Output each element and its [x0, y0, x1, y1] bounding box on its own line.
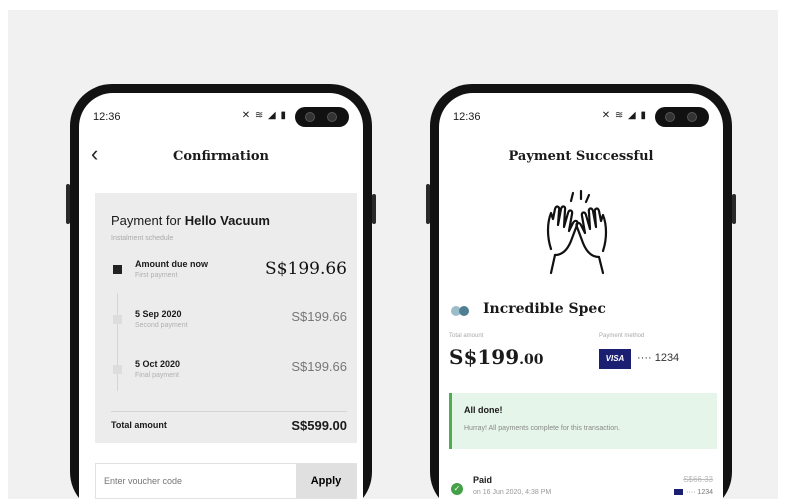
paid-total-amount: S$199.00: [449, 345, 543, 369]
schedule-label: Instalment schedule: [111, 235, 174, 242]
merchant-name: Incredible Spec: [483, 301, 606, 317]
instalment-row: 5 Sep 2020 Second payment S$199.66: [111, 309, 347, 345]
voucher-input[interactable]: [96, 464, 306, 498]
amount-main: S$199: [449, 345, 520, 369]
status-icons: ✕ ≋ ◢ ▮: [241, 110, 287, 121]
volume-button: [426, 184, 430, 224]
instalment-date: Amount due now: [135, 259, 208, 269]
total-amount: S$599.00: [291, 418, 347, 433]
total-amount-label: Total amount: [449, 333, 484, 339]
camera-pill: [655, 107, 709, 127]
instalment-marker-icon: [113, 265, 122, 274]
phone-payment-successful: 12:36 ✕ ≋ ◢ ▮ Payment Successful Incredi…: [426, 84, 736, 499]
power-button: [732, 194, 736, 224]
amount-cents: .00: [519, 352, 544, 368]
payment-prefix: Payment for: [111, 213, 182, 228]
payment-method-label: Payment method: [599, 333, 645, 339]
instalment-row: Amount due now First payment S$199.66: [111, 259, 347, 295]
volume-button: [66, 184, 70, 224]
instalment-amount: S$199.66: [291, 309, 347, 324]
high-five-icon: [546, 189, 608, 275]
paid-date: on 16 Jun 2020, 4:38 PM: [473, 489, 552, 496]
payment-card: Payment for Hello Vacuum Instalment sche…: [95, 193, 357, 443]
status-bar: 12:36 ✕ ≋ ◢ ▮: [93, 107, 349, 127]
paid-card: ···· 1234: [674, 489, 713, 496]
screen-payment-successful: 12:36 ✕ ≋ ◢ ▮ Payment Successful Incredi…: [439, 93, 723, 499]
power-button: [372, 194, 376, 224]
total-label: Total amount: [111, 420, 167, 430]
page-title: Payment Successful: [508, 149, 654, 164]
instalment-amount: S$199.66: [291, 359, 347, 374]
payment-heading: Payment for Hello Vacuum: [111, 213, 270, 228]
status-bar: 12:36 ✕ ≋ ◢ ▮: [453, 107, 709, 127]
notice-title: All done!: [464, 405, 503, 415]
success-notice: All done! Hurray! All payments complete …: [449, 393, 717, 449]
paid-amount: S$66.33: [683, 475, 713, 484]
voucher-form: Apply: [95, 463, 357, 499]
instalment-marker-icon: [113, 365, 122, 374]
check-circle-icon: ✓: [451, 483, 463, 495]
apply-button[interactable]: Apply: [296, 464, 356, 498]
paid-label: Paid: [473, 475, 493, 485]
screen-confirmation: 12:36 ✕ ≋ ◢ ▮ ‹ Confirmation Payment for…: [79, 93, 363, 499]
instalment-note: First payment: [135, 272, 178, 279]
total-row: Total amount S$599.00: [111, 411, 347, 433]
instalment-date: 5 Sep 2020: [135, 309, 182, 319]
phone-confirmation: 12:36 ✕ ≋ ◢ ▮ ‹ Confirmation Payment for…: [66, 84, 376, 499]
merchant-logo-icon: [451, 306, 475, 316]
card-number: ···· 1234: [637, 352, 680, 364]
page-title: Confirmation: [172, 149, 269, 164]
paid-card-number: ···· 1234: [686, 489, 713, 496]
notice-message: Hurray! All payments complete for this t…: [464, 425, 621, 432]
merchant-name: Hello Vacuum: [184, 213, 270, 228]
status-time: 12:36: [93, 111, 121, 123]
instalment-row: 5 Oct 2020 Final payment S$199.66: [111, 359, 347, 395]
instalment-note: Final payment: [135, 372, 179, 379]
instalment-note: Second payment: [135, 322, 188, 329]
instalment-date: 5 Oct 2020: [135, 359, 181, 369]
visa-card-icon: VISA: [599, 349, 631, 369]
instalment-marker-icon: [113, 315, 122, 324]
camera-pill: [295, 107, 349, 127]
status-icons: ✕ ≋ ◢ ▮: [601, 110, 647, 121]
status-time: 12:36: [453, 111, 481, 123]
mini-card-icon: [674, 489, 684, 496]
instalment-amount: S$199.66: [265, 259, 347, 279]
paid-row: ✓ Paid on 16 Jun 2020, 4:38 PM S$66.33 ·…: [449, 471, 713, 499]
